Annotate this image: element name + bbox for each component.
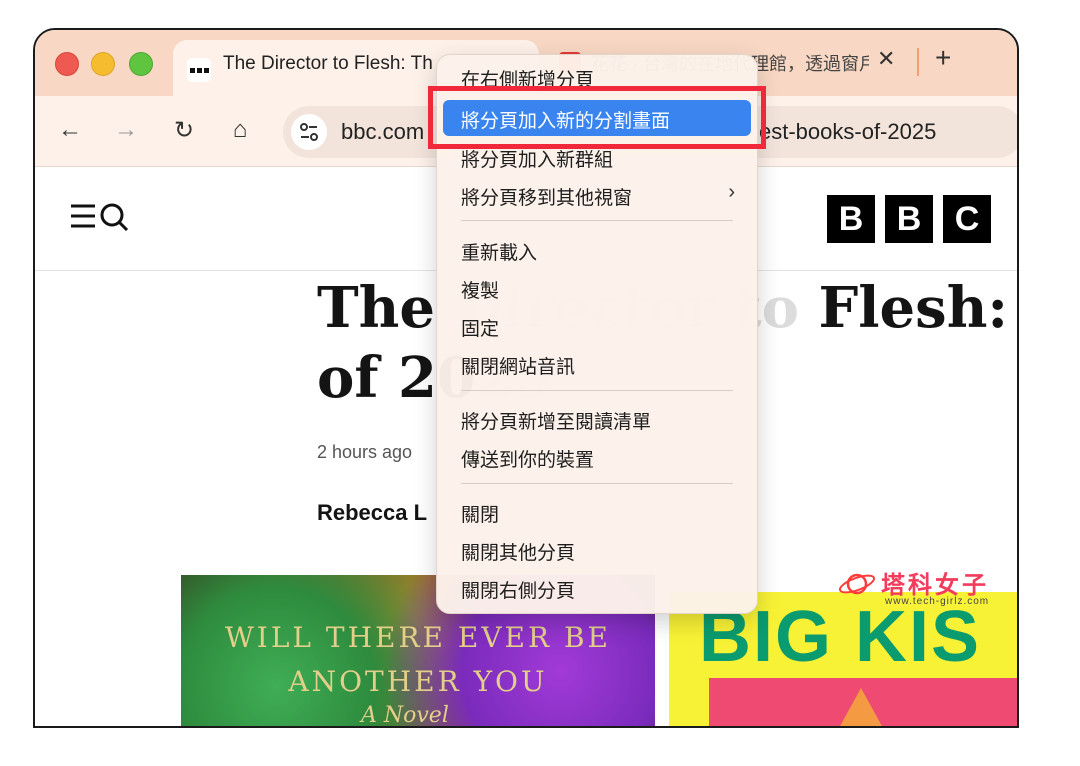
bbc-logo-letter: B bbox=[885, 195, 933, 243]
menu-item-label: 將分頁新增至閱讀清單 bbox=[461, 412, 652, 433]
menu-item-add-to-reading-list[interactable]: 將分頁新增至閱讀清單 bbox=[437, 401, 757, 437]
planet-logo-icon bbox=[837, 567, 877, 608]
bbc-logo-letter: B bbox=[827, 195, 875, 243]
menu-item-send-to-devices[interactable]: 傳送到你的裝置 bbox=[437, 439, 757, 475]
menu-item-label: 關閉網站音訊 bbox=[461, 357, 576, 378]
menu-item-mute-site[interactable]: 關閉網站音訊 bbox=[437, 346, 757, 382]
book-cover-subtitle: A Novel bbox=[361, 703, 449, 728]
menu-item-close-others[interactable]: 關閉其他分頁 bbox=[437, 532, 757, 568]
menu-separator bbox=[461, 390, 733, 391]
close-window-button[interactable] bbox=[55, 52, 79, 76]
menu-item-label: 重新載入 bbox=[461, 243, 538, 264]
menu-item-duplicate[interactable]: 複製 bbox=[437, 270, 757, 306]
url-text-tail: est-books-of-2025 bbox=[759, 119, 937, 144]
site-settings-icon[interactable] bbox=[291, 114, 327, 150]
book-cover-art bbox=[839, 688, 883, 726]
watermark-title: 塔科女子 bbox=[881, 572, 989, 599]
home-icon[interactable]: ⌂ bbox=[225, 116, 255, 144]
article-timestamp: 2 hours ago bbox=[317, 442, 413, 462]
bbc-favicon-icon bbox=[187, 58, 211, 82]
menu-item-label: 關閉其他分頁 bbox=[461, 543, 576, 564]
menu-separator bbox=[461, 220, 733, 221]
menu-item-label: 固定 bbox=[461, 319, 500, 340]
tab-title: The Director to Flesh: Th bbox=[223, 53, 433, 74]
menu-search-icon[interactable] bbox=[69, 201, 133, 236]
menu-item-close-right[interactable]: 關閉右側分頁 bbox=[437, 570, 757, 606]
menu-item-close[interactable]: 關閉 bbox=[437, 494, 757, 530]
menu-item-label: 將分頁加入新群組 bbox=[461, 150, 614, 171]
menu-separator bbox=[461, 483, 733, 484]
new-tab-button[interactable]: + bbox=[935, 42, 951, 74]
back-arrow-icon[interactable]: ← bbox=[55, 116, 85, 144]
minimize-window-button[interactable] bbox=[91, 52, 115, 76]
menu-item-label: 傳送到你的裝置 bbox=[461, 450, 595, 471]
chevron-right-icon: › bbox=[728, 181, 735, 203]
menu-item-move-to-window[interactable]: 將分頁移到其他視窗 › bbox=[437, 177, 757, 213]
bbc-logo-letter: C bbox=[943, 195, 991, 243]
menu-item-reload[interactable]: 重新載入 bbox=[437, 232, 757, 268]
menu-item-label: 關閉右側分頁 bbox=[461, 581, 576, 602]
maximize-window-button[interactable] bbox=[129, 52, 153, 76]
url-text: bbc.com bbox=[341, 119, 425, 144]
tab-separator bbox=[917, 48, 919, 76]
forward-arrow-icon[interactable]: → bbox=[111, 116, 141, 144]
reload-icon[interactable]: ↻ bbox=[169, 116, 199, 145]
headline-text: Flesh: Th bbox=[818, 275, 1017, 341]
headline-text: The bbox=[317, 275, 455, 341]
close-tab-icon[interactable]: ✕ bbox=[877, 46, 895, 72]
book-cover-title: WILL THERE EVER BE bbox=[225, 621, 611, 654]
menu-item-pin[interactable]: 固定 bbox=[437, 308, 757, 344]
watermark-url: www.tech-girlz.com bbox=[885, 596, 990, 607]
annotation-highlight-box bbox=[428, 86, 766, 149]
bbc-logo[interactable]: B B C bbox=[827, 195, 991, 243]
book-cover-title: ANOTHER YOU bbox=[288, 665, 548, 698]
menu-item-label: 複製 bbox=[461, 281, 500, 302]
menu-item-label: 關閉 bbox=[461, 505, 500, 526]
article-author[interactable]: Rebecca L bbox=[317, 500, 427, 526]
menu-item-label: 將分頁移到其他視窗 bbox=[461, 188, 633, 209]
